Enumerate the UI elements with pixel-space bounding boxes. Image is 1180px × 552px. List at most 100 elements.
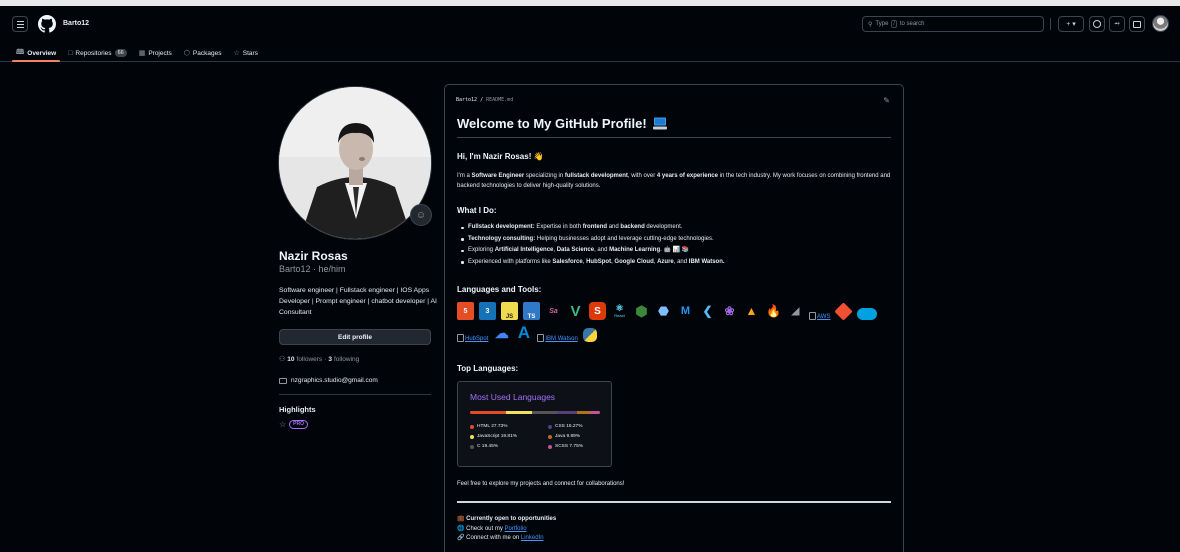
svelte-icon[interactable]: S [589, 302, 606, 320]
broken-image-icon [457, 334, 464, 342]
dolphin-icon[interactable]: ◢ [787, 302, 804, 320]
user-avatar-button[interactable] [1152, 15, 1169, 32]
repo-count-badge: 66 [114, 49, 127, 57]
global-header: Barto12 ⚲ Type / to search + ▾ ⥇ 🕮 Overvie… [0, 6, 1180, 62]
item-text: . 🤖 📊 📚 [660, 247, 690, 253]
followers-count[interactable]: 10 [287, 356, 294, 363]
git-icon[interactable] [834, 302, 854, 321]
firebase-alt-icon[interactable]: 🔥 [765, 302, 782, 320]
html5-icon[interactable]: 5 [457, 302, 474, 320]
slash-key-hint: / [891, 20, 897, 28]
item-text: development. [644, 224, 683, 230]
readme-title: Welcome to My GitHub Profile! [457, 116, 667, 131]
vue-icon[interactable]: V [567, 302, 584, 320]
followers-label[interactable]: followers [297, 356, 323, 363]
nodejs-icon[interactable]: ⬢ [633, 302, 650, 320]
package-icon: ⬡ [183, 50, 190, 57]
legend-item: CSS 15.27% [548, 424, 610, 429]
edit-profile-button[interactable]: Edit profile [279, 329, 431, 345]
item-text: , and [594, 247, 610, 253]
language-bar-segment [470, 411, 507, 414]
inbox-icon [1133, 20, 1141, 28]
pull-requests-button[interactable]: ⥇ [1109, 16, 1125, 32]
inbox-button[interactable] [1129, 16, 1145, 32]
search-placeholder-pre: Type [875, 21, 889, 27]
readme-owner[interactable]: Barto12 [456, 97, 477, 103]
legend-label: JavaScript 19.81% [477, 434, 517, 439]
footer-list: 💼 Currently open to opportunities 🌐 Chec… [457, 515, 556, 544]
owner-link[interactable]: Barto12 [63, 20, 89, 27]
profile-avatar[interactable] [278, 86, 432, 240]
language-bar-segment [589, 411, 600, 414]
menu-icon [16, 20, 24, 22]
javascript-icon[interactable]: JS [501, 302, 518, 320]
flutter-icon[interactable]: ❮ [699, 302, 716, 320]
pro-badge: PRO [289, 420, 309, 429]
legend-label: CSS 15.27% [555, 424, 583, 429]
react-icon[interactable]: ⚛ React [611, 302, 628, 320]
language-bar-segment [557, 411, 577, 414]
menu-button[interactable] [12, 16, 28, 32]
intro-text: I'm a [457, 173, 472, 179]
following-count[interactable]: 3 [328, 356, 332, 363]
language-bar-segment [577, 411, 590, 414]
item-bold: Technology consulting: [468, 235, 536, 242]
top-languages-heading: Top Languages: [457, 364, 519, 373]
sass-icon[interactable]: Sa [545, 302, 562, 320]
redux-icon[interactable]: ❀ [721, 302, 738, 320]
tab-stars[interactable]: ☆ Stars [227, 44, 263, 62]
follow-stats: ⚇ 10 followers · 3 following [279, 355, 359, 364]
set-status-button[interactable]: ☺ [410, 204, 432, 226]
legend-dot [470, 424, 474, 429]
google-cloud-icon[interactable]: ☁ [493, 324, 510, 342]
issues-button[interactable] [1089, 16, 1105, 32]
portfolio-link[interactable]: Portfolio [505, 526, 527, 532]
hubspot-link[interactable]: HubSpot [457, 334, 488, 342]
item-bold: Data Science [556, 247, 595, 253]
tab-repositories[interactable]: □ Repositories 66 [62, 44, 133, 62]
list-item: Fullstack development: Expertise in both… [457, 222, 897, 234]
app-window: Barto12 ⚲ Type / to search + ▾ ⥇ 🕮 Overvie… [0, 0, 1180, 552]
ibm-watson-link[interactable]: IBM Watson [537, 334, 578, 342]
graphql-icon[interactable]: ⬣ [655, 302, 672, 320]
python-icon[interactable] [582, 328, 597, 342]
legend-item: HTML 27.73% [470, 424, 548, 429]
item-text: Expertise in both [534, 224, 583, 230]
legend-dot [548, 444, 552, 449]
smiley-icon: ☺ [415, 209, 427, 221]
tab-packages[interactable]: ⬡ Packages [178, 44, 228, 62]
search-input[interactable]: ⚲ Type / to search [862, 16, 1044, 32]
profile-bio: Software engineer | Fullstack engineer |… [279, 287, 437, 316]
tab-overview[interactable]: 🕮 Overview [10, 44, 62, 62]
typescript-icon[interactable]: TS [523, 302, 540, 320]
highlights-row: ☆ PRO [279, 420, 309, 429]
tab-label: Stars [242, 49, 258, 57]
highlights-title: Highlights [279, 405, 316, 414]
broken-image-icon [537, 334, 545, 342]
github-logo-icon[interactable] [38, 15, 56, 33]
legend-label: SCSS 7.75% [555, 444, 583, 449]
search-icon: ⚲ [868, 21, 873, 28]
aws-link[interactable]: AWS [809, 312, 830, 320]
legend-dot [470, 444, 474, 449]
legend-item: SCSS 7.75% [548, 444, 610, 449]
portfolio-pre: Check out my [466, 525, 505, 532]
azure-icon[interactable]: A [515, 323, 532, 342]
item-bold: Azure [657, 258, 674, 265]
materialui-icon[interactable]: M [677, 302, 694, 320]
item-bold: HubSpot [586, 258, 612, 265]
email-text[interactable]: nzgraphics.studio@gmail.com [291, 377, 378, 384]
firebase-icon[interactable]: ▲ [743, 302, 760, 320]
create-new-button[interactable]: + ▾ [1058, 16, 1084, 32]
following-label[interactable]: following [334, 356, 359, 363]
book-icon: 🕮 [16, 48, 25, 56]
edit-readme-pencil-icon[interactable]: ✎ [883, 96, 890, 105]
item-bold: Fullstack development: [468, 224, 535, 230]
profile-email[interactable]: nzgraphics.studio@gmail.com [279, 377, 378, 384]
css3-icon[interactable]: 3 [479, 302, 496, 320]
linkedin-link[interactable]: LinkedIn [521, 535, 544, 541]
salesforce-icon[interactable] [857, 308, 878, 320]
legend-item: JavaScript 19.81% [470, 434, 548, 439]
list-item: Experienced with platforms like Salesfor… [457, 257, 897, 269]
tab-projects[interactable]: ▦ Projects [133, 44, 178, 62]
